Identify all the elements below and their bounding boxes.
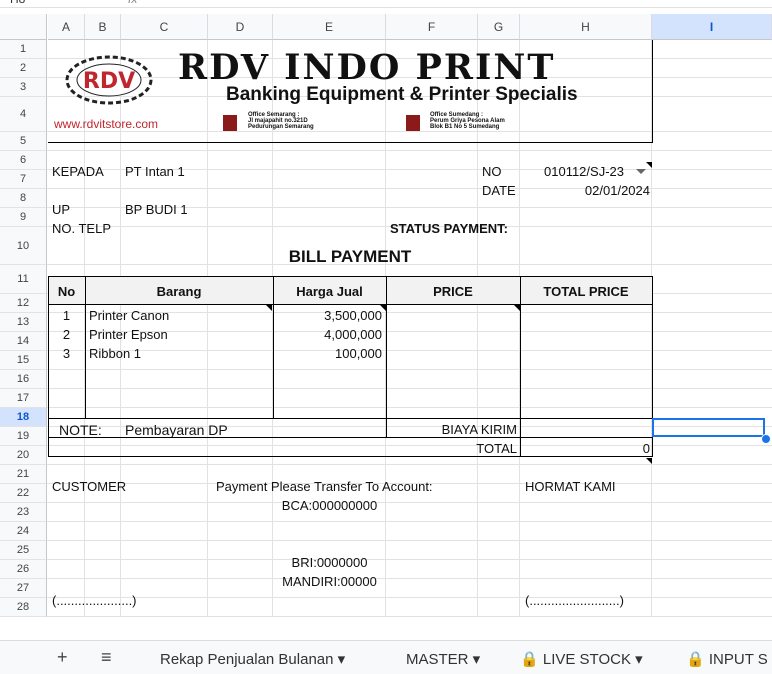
row-header-8[interactable]: 8 <box>0 189 47 208</box>
formula-bar: H8 fx <box>0 0 772 8</box>
dropdown-icon[interactable] <box>636 169 646 174</box>
rdv-logo: RDV <box>65 55 153 105</box>
row-header-10[interactable]: 10 <box>0 227 47 265</box>
row-header-24[interactable]: 24 <box>0 522 47 541</box>
row-header-26[interactable]: 26 <box>0 560 47 579</box>
logo-text: RDV <box>83 69 135 94</box>
status-payment-label: STATUS PAYMENT: <box>390 221 508 236</box>
row-header-4[interactable]: 4 <box>0 97 47 132</box>
office-sumedang: Office Sumedang : Perum Griya Pesona Alam… <box>430 112 505 130</box>
website-text: www.rdvitstore.com <box>54 117 159 131</box>
col-price-header: PRICE <box>433 284 473 299</box>
lock-icon: 🔒 <box>520 651 539 668</box>
tab-master[interactable]: MASTER ▾ <box>406 650 480 668</box>
comment-marker-icon <box>646 458 652 464</box>
bri-account: BRI:0000000 <box>291 555 368 570</box>
payment-instruction: Payment Please Transfer To Account: <box>216 479 433 494</box>
lock-icon: 🔒 <box>686 651 705 668</box>
row-header-19[interactable]: 19 <box>0 427 47 446</box>
customer-label: CUSTOMER <box>52 479 127 494</box>
all-sheets-menu-icon[interactable]: ≡ <box>101 647 112 668</box>
fill-handle[interactable] <box>761 434 771 444</box>
row-header-27[interactable]: 27 <box>0 579 47 598</box>
kepada-value: PT Intan 1 <box>125 164 185 179</box>
total-value: 0 <box>642 441 650 456</box>
spreadsheet-grid[interactable]: ABCDEFGHI 1 2 3 4 5 6 7 8 9 10 11 12 13 14 15 16 17 18 19 2… <box>0 0 772 673</box>
row-header-23[interactable]: 23 <box>0 503 47 522</box>
building-icon <box>223 115 237 131</box>
row-header-25[interactable]: 25 <box>0 541 47 560</box>
row-header-28[interactable]: 28 <box>0 598 47 617</box>
cell-reference[interactable]: H8 <box>10 0 25 6</box>
row-header-15[interactable]: 15 <box>0 351 47 370</box>
kepada-label: KEPADA <box>52 164 104 179</box>
selected-cell-I18[interactable] <box>652 418 765 437</box>
column-header-D[interactable]: D <box>208 14 273 40</box>
row-header-16[interactable]: 16 <box>0 370 47 389</box>
add-sheet-icon[interactable]: + <box>57 647 68 668</box>
row-header-18[interactable]: 18 <box>0 408 47 427</box>
signature-left: (.....................) <box>52 593 137 608</box>
company-tagline: Banking Equipment & Printer Specialis <box>226 84 578 105</box>
telp-label: NO. TELP <box>52 221 112 236</box>
office-semarang: Office Semarang : Jl majapahit no.321D Ped… <box>248 112 314 130</box>
formula-icon: fx <box>128 0 137 6</box>
tab-input-stock[interactable]: 🔒 INPUT S <box>686 650 768 668</box>
col-harga-header: Harga Jual <box>296 284 363 299</box>
row-header-20[interactable]: 20 <box>0 446 47 465</box>
sheet-tab-bar: + ≡ Rekap Penjualan Bulanan ▾ MASTER ▾ 🔒… <box>0 640 772 674</box>
date-value: 02/01/2024 <box>584 183 650 198</box>
row-header-22[interactable]: 22 <box>0 484 47 503</box>
row-header-17[interactable]: 17 <box>0 389 47 408</box>
col-barang-header: Barang <box>156 284 202 299</box>
column-header-C[interactable]: C <box>121 14 208 40</box>
column-header-G[interactable]: G <box>478 14 520 40</box>
comment-marker-icon <box>646 162 652 168</box>
company-name: RDV INDO PRINT <box>178 47 556 88</box>
column-header-B[interactable]: B <box>85 14 121 40</box>
column-header-H[interactable]: H <box>520 14 652 40</box>
row-header-14[interactable]: 14 <box>0 332 47 351</box>
hormat-kami-label: HORMAT KAMI <box>525 479 616 494</box>
row-header-1[interactable]: 1 <box>0 40 47 59</box>
bca-account: BCA:000000000 <box>281 498 378 513</box>
column-header-E[interactable]: E <box>273 14 386 40</box>
row-header-3[interactable]: 3 <box>0 78 47 97</box>
row-header-13[interactable]: 13 <box>0 313 47 332</box>
total-label: TOTAL <box>476 441 517 456</box>
tab-live-stock[interactable]: 🔒 LIVE STOCK ▾ <box>520 650 643 668</box>
signature-right: (.........................) <box>525 593 624 608</box>
select-all-corner[interactable] <box>0 14 47 40</box>
row-header-12[interactable]: 12 <box>0 294 47 313</box>
row-header-11[interactable]: 11 <box>0 265 47 294</box>
col-total-header: TOTAL PRICE <box>543 284 629 299</box>
biaya-kirim-label: BIAYA KIRIM <box>441 422 517 437</box>
row-header-9[interactable]: 9 <box>0 208 47 227</box>
date-label: DATE <box>482 183 516 198</box>
col-no-header: No <box>57 284 76 299</box>
mandiri-account: MANDIRI:00000 <box>282 574 377 589</box>
row-header-6[interactable]: 6 <box>0 151 47 170</box>
building-icon <box>406 115 420 131</box>
up-label: UP <box>52 202 71 217</box>
row-header-5[interactable]: 5 <box>0 132 47 151</box>
no-value: 010112/SJ-23 <box>544 164 624 179</box>
tab-rekap-penjualan[interactable]: Rekap Penjualan Bulanan ▾ <box>160 650 345 668</box>
column-header-A[interactable]: A <box>48 14 85 40</box>
row-header-2[interactable]: 2 <box>0 59 47 78</box>
bill-title: BILL PAYMENT <box>288 247 412 266</box>
row-header-7[interactable]: 7 <box>0 170 47 189</box>
row-header-21[interactable]: 21 <box>0 465 47 484</box>
column-header-I[interactable]: I <box>652 14 772 40</box>
up-value: BP BUDI 1 <box>125 202 188 217</box>
no-label: NO <box>482 164 502 179</box>
column-header-F[interactable]: F <box>386 14 478 40</box>
comment-marker-icon <box>266 305 272 311</box>
